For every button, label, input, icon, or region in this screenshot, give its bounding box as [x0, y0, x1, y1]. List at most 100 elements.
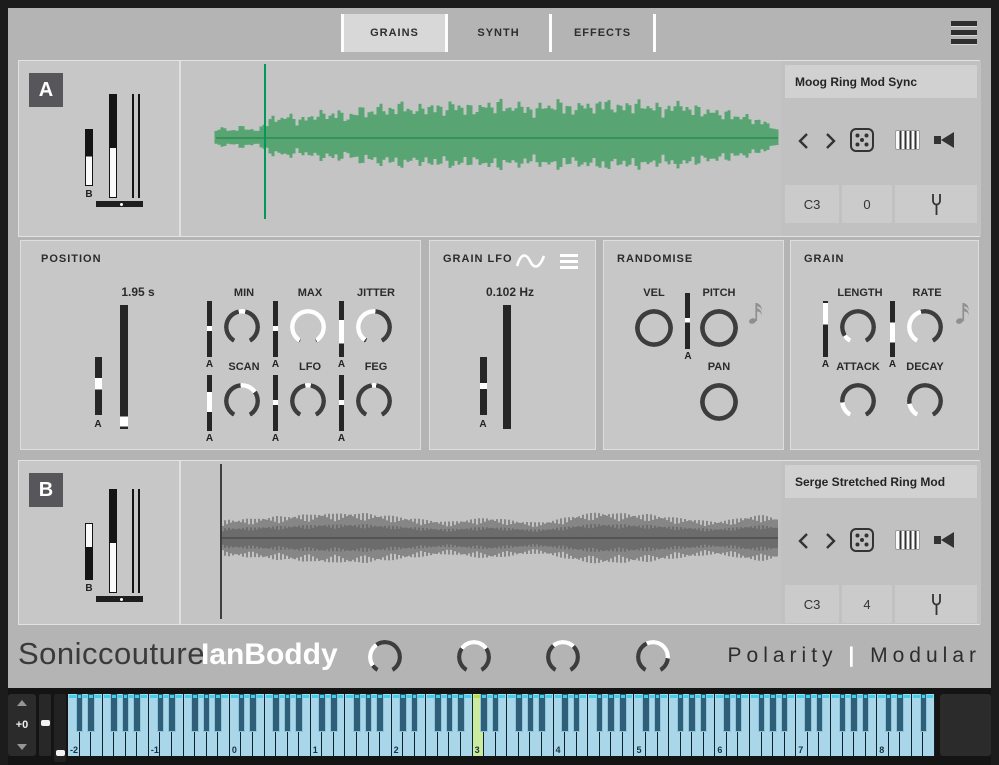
scan-knob[interactable] [224, 383, 260, 419]
black-key[interactable] [688, 694, 696, 732]
black-key[interactable] [654, 694, 662, 732]
lfo-menu-icon[interactable] [560, 254, 578, 272]
audition-button[interactable] [933, 130, 959, 150]
black-key[interactable] [862, 694, 870, 732]
scan-mod-slider[interactable] [207, 375, 212, 431]
random-sample-button[interactable] [849, 127, 875, 153]
scroll-handle[interactable] [41, 720, 50, 726]
randomise-mod-slider[interactable] [685, 293, 690, 349]
black-key[interactable] [203, 694, 211, 732]
waveform-b-display[interactable] [181, 461, 781, 624]
zoom-handle[interactable] [56, 750, 65, 756]
fine-tune-button-a[interactable] [895, 185, 977, 223]
black-key[interactable] [480, 694, 488, 732]
black-key[interactable] [133, 694, 141, 732]
black-key[interactable] [527, 694, 535, 732]
sample-name-bar-a[interactable]: Moog Ring Mod Sync [785, 65, 977, 98]
black-key[interactable] [191, 694, 199, 732]
black-key[interactable] [804, 694, 812, 732]
grain-lfo-mod-slider[interactable] [480, 357, 487, 415]
black-key[interactable] [284, 694, 292, 732]
black-key[interactable] [365, 694, 373, 732]
random-sample-button[interactable] [849, 527, 875, 553]
black-key[interactable] [677, 694, 685, 732]
black-key[interactable] [642, 694, 650, 732]
pan-slider[interactable] [96, 596, 143, 602]
position-main-slider[interactable] [120, 305, 128, 429]
transpose-down-icon[interactable] [17, 744, 27, 750]
black-key[interactable] [816, 694, 824, 732]
level-fader[interactable] [109, 489, 117, 593]
decay-knob[interactable] [907, 383, 943, 419]
black-key[interactable] [920, 694, 928, 732]
jitter-mod-slider[interactable] [339, 301, 344, 357]
grain-lfo-main-slider[interactable] [503, 305, 511, 429]
black-key[interactable] [272, 694, 280, 732]
keyboard-mapping-button[interactable] [895, 530, 920, 550]
feg-knob[interactable] [356, 383, 392, 419]
level-fader[interactable] [109, 94, 117, 198]
pitch-knob[interactable] [700, 309, 738, 347]
rate-knob[interactable] [907, 309, 943, 345]
min-knob[interactable] [224, 309, 260, 345]
tab-grains[interactable]: GRAINS [344, 14, 445, 52]
prev-sample-button[interactable] [797, 531, 811, 551]
macro-knob-2[interactable] [457, 640, 491, 674]
black-key[interactable] [607, 694, 615, 732]
macro-knob-4[interactable] [636, 640, 670, 674]
xfade-fader[interactable] [85, 523, 93, 580]
feg-mod-slider[interactable] [339, 375, 344, 431]
black-key[interactable] [723, 694, 731, 732]
position-mod-slider[interactable] [95, 357, 102, 415]
next-sample-button[interactable] [823, 131, 837, 151]
prev-sample-button[interactable] [797, 131, 811, 151]
rate-mod-slider[interactable] [890, 301, 895, 357]
length-mod-slider[interactable] [823, 301, 828, 357]
black-key[interactable] [376, 694, 384, 732]
length-knob[interactable] [840, 309, 876, 345]
min-mod-slider[interactable] [207, 301, 212, 357]
root-key-field-b[interactable]: C3 [785, 585, 839, 623]
tab-effects[interactable]: EFFECTS [552, 14, 653, 52]
black-key[interactable] [295, 694, 303, 732]
black-key[interactable] [249, 694, 257, 732]
hamburger-menu-icon[interactable] [951, 21, 977, 48]
lfo-shape-button[interactable] [514, 249, 548, 273]
black-key[interactable] [769, 694, 777, 732]
keyboard-zoom-strip[interactable] [54, 694, 66, 762]
width-fader[interactable] [132, 94, 140, 198]
vel-knob[interactable] [635, 309, 673, 347]
tune-field-b[interactable]: 4 [842, 585, 892, 623]
black-key[interactable] [538, 694, 546, 732]
root-key-field-a[interactable]: C3 [785, 185, 839, 223]
black-key[interactable] [619, 694, 627, 732]
waveform-a-display[interactable] [181, 61, 781, 236]
black-key[interactable] [492, 694, 500, 732]
keyboard-mapping-button[interactable] [895, 130, 920, 150]
black-key[interactable] [168, 694, 176, 732]
black-key[interactable] [700, 694, 708, 732]
max-mod-slider[interactable] [273, 301, 278, 357]
lfo-mod-slider[interactable] [273, 375, 278, 431]
black-key[interactable] [87, 694, 95, 732]
black-key[interactable] [758, 694, 766, 732]
sample-name-bar-b[interactable]: Serge Stretched Ring Mod [785, 465, 977, 498]
black-key[interactable] [885, 694, 893, 732]
keyboard-scroll-strip[interactable] [39, 694, 51, 756]
black-key[interactable] [515, 694, 523, 732]
black-key[interactable] [76, 694, 84, 732]
black-key[interactable] [330, 694, 338, 732]
black-key[interactable] [157, 694, 165, 732]
black-key[interactable] [214, 694, 222, 732]
pan-knob[interactable] [700, 383, 738, 421]
transpose-up-icon[interactable] [17, 700, 27, 706]
next-sample-button[interactable] [823, 531, 837, 551]
max-knob[interactable] [290, 309, 326, 345]
lfo-knob[interactable] [290, 383, 326, 419]
jitter-knob[interactable] [356, 309, 392, 345]
black-key[interactable] [353, 694, 361, 732]
black-key[interactable] [110, 694, 118, 732]
fine-tune-button-b[interactable] [895, 585, 977, 623]
black-key[interactable] [457, 694, 465, 732]
black-key[interactable] [850, 694, 858, 732]
